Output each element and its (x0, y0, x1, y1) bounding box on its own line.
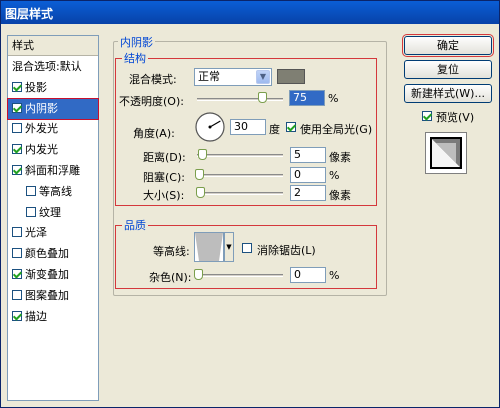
size-unit: 像素 (329, 189, 351, 202)
choke-slider-thumb[interactable] (195, 169, 204, 180)
sidebar-item-checkbox[interactable] (12, 289, 22, 300)
distance-slider-track[interactable] (197, 154, 283, 157)
sidebar-item[interactable]: 渐变叠加 (8, 265, 98, 285)
noise-input[interactable]: 0 (290, 267, 326, 283)
blend-mode-label: 混合模式: (129, 73, 177, 86)
sidebar-item[interactable]: 内发光 (8, 140, 98, 160)
new-style-button[interactable]: 新建样式(W)... (404, 84, 492, 103)
sidebar-item-label: 光泽 (25, 226, 47, 240)
blend-mode-value: 正常 (198, 70, 220, 83)
sidebar-item[interactable]: 外发光 (8, 119, 98, 139)
sidebar-item[interactable]: 等高线 (8, 182, 98, 202)
choke-unit: % (329, 169, 340, 182)
choke-label: 阻塞(C): (143, 171, 185, 184)
sidebar-item[interactable]: 颜色叠加 (8, 244, 98, 264)
sidebar-item-label: 颜色叠加 (25, 247, 69, 261)
sidebar-item-label: 混合选项:默认 (12, 60, 82, 73)
preview-label[interactable]: 预览(V) (436, 109, 474, 125)
styles-header[interactable]: 样式 (8, 36, 98, 56)
opacity-input[interactable]: 75 (289, 90, 325, 106)
sidebar-item-label: 外发光 (25, 122, 58, 136)
noise-label: 杂色(N): (149, 271, 192, 284)
sidebar-item-checkbox[interactable] (26, 185, 36, 196)
contour-icon (195, 233, 223, 261)
sidebar-item-label: 内阴影 (25, 101, 58, 115)
opacity-slider-track[interactable] (197, 98, 283, 101)
opacity-slider-thumb[interactable] (258, 92, 267, 103)
sidebar-item[interactable]: 投影 (8, 78, 98, 98)
ok-button[interactable]: 确定 (402, 34, 494, 57)
noise-slider-thumb[interactable] (194, 269, 203, 280)
preview-thumbnail (425, 132, 467, 174)
sidebar-item-label: 纹理 (39, 205, 61, 219)
size-label: 大小(S): (143, 189, 185, 202)
distance-input[interactable]: 5 (290, 147, 326, 163)
structure-title: 结构 (122, 50, 148, 66)
noise-slider-track[interactable] (197, 274, 283, 277)
reset-button[interactable]: 复位 (404, 60, 492, 79)
sidebar-item[interactable]: 光泽 (8, 223, 98, 243)
noise-unit: % (329, 269, 340, 282)
distance-slider-thumb[interactable] (198, 149, 207, 160)
global-light-label[interactable]: 使用全局光(G) (300, 121, 372, 137)
styles-list: 样式 混合选项:默认投影内阴影外发光内发光斜面和浮雕等高线纹理光泽颜色叠加渐变叠… (7, 35, 99, 401)
opacity-label: 不透明度(O): (119, 95, 184, 108)
sidebar-item-label: 斜面和浮雕 (25, 164, 80, 177)
contour-label: 等高线: (153, 245, 190, 258)
sidebar-item-checkbox[interactable] (12, 102, 22, 113)
sidebar-item-checkbox[interactable] (12, 165, 22, 175)
sidebar-item-label: 内发光 (25, 143, 58, 157)
sidebar-item-label: 投影 (25, 80, 47, 94)
sidebar-item-label: 等高线 (39, 184, 72, 198)
size-slider-thumb[interactable] (196, 187, 205, 198)
angle-input[interactable]: 30 (230, 119, 266, 135)
sidebar-item[interactable]: 纹理 (8, 203, 98, 223)
sidebar-item-checkbox[interactable] (26, 206, 36, 217)
sidebar-item[interactable]: 图案叠加 (8, 286, 98, 306)
size-input[interactable]: 2 (290, 185, 326, 201)
choke-input[interactable]: 0 (290, 167, 326, 183)
distance-unit: 像素 (329, 151, 351, 164)
window-title: 图层样式 (1, 1, 499, 24)
sidebar-item[interactable]: 内阴影 (7, 97, 99, 120)
contour-preview[interactable] (194, 232, 224, 262)
sidebar-item[interactable]: 描边 (8, 307, 98, 327)
chevron-down-icon: ▼ (256, 70, 270, 84)
sidebar-item-checkbox[interactable] (12, 248, 22, 259)
sidebar-item-checkbox[interactable] (12, 81, 22, 92)
sidebar-item[interactable]: 混合选项:默认 (8, 57, 98, 77)
sidebar-item-checkbox[interactable] (12, 123, 22, 134)
shadow-color-swatch[interactable] (277, 69, 305, 84)
preview-swatch-icon (430, 137, 462, 169)
anti-alias-checkbox[interactable] (242, 243, 252, 253)
distance-label: 距离(D): (143, 151, 186, 164)
sidebar-item-checkbox[interactable] (12, 269, 22, 279)
sidebar-item-checkbox[interactable] (12, 227, 22, 238)
sidebar-item[interactable]: 斜面和浮雕 (8, 161, 98, 181)
angle-dial[interactable] (194, 111, 226, 143)
opacity-unit: % (328, 92, 339, 105)
size-slider-track[interactable] (197, 192, 283, 195)
angle-label: 角度(A): (133, 127, 175, 140)
anti-alias-label[interactable]: 消除锯齿(L) (257, 242, 316, 258)
quality-title: 品质 (122, 217, 148, 233)
sidebar-item-label: 描边 (25, 309, 47, 323)
sidebar-item-checkbox[interactable] (12, 144, 22, 155)
choke-slider-track[interactable] (197, 174, 283, 177)
angle-unit: 度 (269, 123, 280, 136)
sidebar-item-label: 图案叠加 (25, 288, 69, 302)
contour-dropdown-button[interactable]: ▼ (224, 232, 234, 262)
sidebar-item-checkbox[interactable] (12, 310, 22, 321)
inner-shadow-title: 内阴影 (118, 34, 155, 50)
global-light-checkbox[interactable] (286, 122, 296, 132)
blend-mode-select[interactable]: 正常 ▼ (194, 68, 272, 86)
layer-style-dialog: 图层样式 样式 混合选项:默认 投影 内阴影 外发光 内发光 斜面和浮雕 等高线 纹理 光泽 颜色… (0, 0, 500, 408)
sidebar-item-label: 渐变叠加 (25, 268, 69, 281)
preview-checkbox[interactable] (422, 111, 432, 121)
